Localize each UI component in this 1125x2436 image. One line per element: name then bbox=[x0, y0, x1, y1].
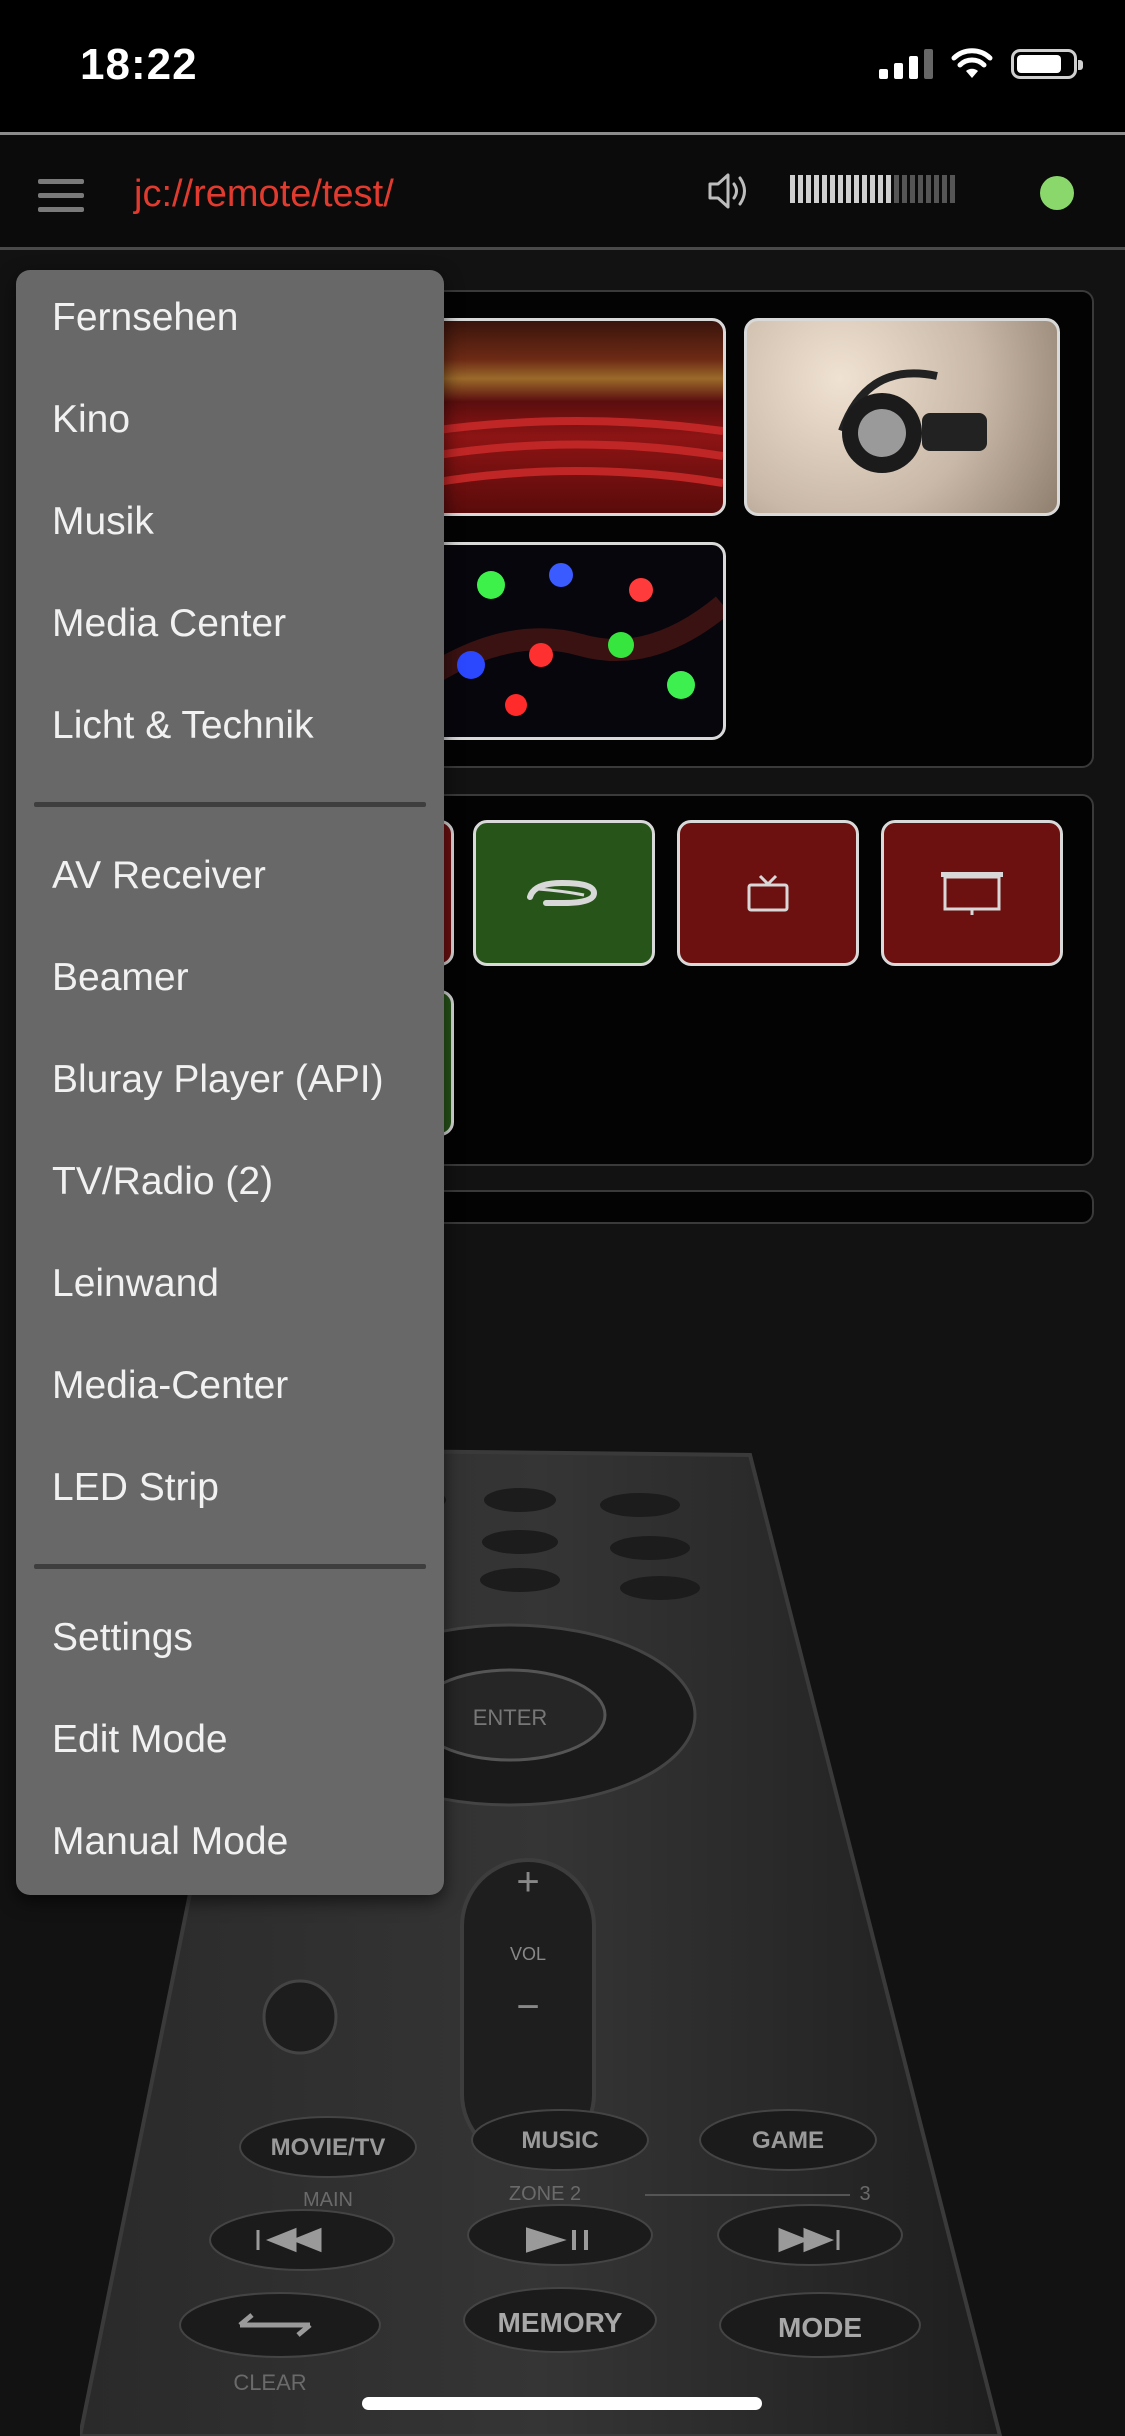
menu-divider bbox=[34, 1564, 426, 1569]
battery-icon bbox=[1011, 49, 1083, 79]
volume-segment bbox=[806, 175, 811, 203]
menu-hamburger-icon[interactable] bbox=[38, 179, 84, 221]
headphones-image bbox=[838, 369, 987, 473]
menu-item-leinwand[interactable]: Leinwand bbox=[52, 1262, 219, 1306]
volume-segment bbox=[894, 175, 899, 203]
app-title: jc://remote/test/ bbox=[134, 173, 394, 215]
menu-item-settings[interactable]: Settings bbox=[52, 1616, 193, 1660]
home-indicator[interactable] bbox=[362, 2397, 762, 2410]
volume-segment bbox=[846, 175, 851, 203]
scene-tile-kino[interactable] bbox=[428, 318, 726, 516]
tv-icon bbox=[747, 874, 789, 912]
volume-segment bbox=[854, 175, 859, 203]
menu-item-kino[interactable]: Kino bbox=[52, 398, 130, 442]
menu-item-edit-mode[interactable]: Edit Mode bbox=[52, 1718, 228, 1762]
remote-zone2-label: ZONE 2 bbox=[509, 2183, 581, 2205]
projector-screen-icon bbox=[941, 872, 1003, 915]
wifi-icon bbox=[951, 48, 993, 78]
volume-segment bbox=[942, 175, 947, 203]
app-header: jc://remote/test/ bbox=[0, 132, 1125, 250]
menu-item-av-receiver[interactable]: AV Receiver bbox=[52, 854, 266, 898]
menu-item-manual-mode[interactable]: Manual Mode bbox=[52, 1820, 288, 1864]
remote-mode-label: MODE bbox=[778, 2312, 862, 2343]
volume-segment bbox=[902, 175, 907, 203]
remote-clear-label: CLEAR bbox=[233, 2370, 306, 2395]
led-strip-image bbox=[431, 563, 723, 716]
volume-segment bbox=[918, 175, 923, 203]
device-button-bluray[interactable] bbox=[473, 820, 655, 966]
volume-segment bbox=[830, 175, 835, 203]
status-bar: 18:22 bbox=[0, 0, 1125, 132]
volume-segment bbox=[878, 175, 883, 203]
volume-segment bbox=[790, 175, 795, 203]
status-icons bbox=[879, 48, 1083, 80]
scene-tile-licht[interactable] bbox=[428, 542, 726, 740]
volume-segment bbox=[870, 175, 875, 203]
volume-segment bbox=[814, 175, 819, 203]
volume-segment bbox=[910, 175, 915, 203]
volume-segment bbox=[798, 175, 803, 203]
remote-game-label: GAME bbox=[752, 2127, 824, 2154]
remote-main-label: MAIN bbox=[303, 2189, 353, 2211]
menu-item-tv-radio[interactable]: TV/Radio (2) bbox=[52, 1160, 273, 1204]
speaker-volume-icon[interactable] bbox=[706, 167, 752, 215]
menu-item-media-center[interactable]: Media Center bbox=[52, 602, 286, 646]
remote-music-label: MUSIC bbox=[521, 2127, 598, 2154]
remote-vol-label: VOL bbox=[510, 1944, 546, 1964]
menu-divider bbox=[34, 802, 426, 807]
volume-segment bbox=[822, 175, 827, 203]
cellular-signal-icon bbox=[879, 49, 933, 79]
menu-item-media-center-device[interactable]: Media-Center bbox=[52, 1364, 288, 1408]
menu-item-bluray-player[interactable]: Bluray Player (API) bbox=[52, 1058, 384, 1102]
status-time: 18:22 bbox=[80, 40, 198, 89]
device-button-leinwand[interactable] bbox=[881, 820, 1063, 966]
main-menu-dropdown: Fernsehen Kino Musik Media Center Licht … bbox=[16, 270, 444, 1895]
volume-level-bar[interactable] bbox=[790, 175, 955, 203]
remote-zone3-label: 3 bbox=[859, 2183, 870, 2205]
remote-enter-label: ENTER bbox=[473, 1705, 548, 1730]
menu-item-licht-technik[interactable]: Licht & Technik bbox=[52, 704, 314, 748]
volume-segment bbox=[838, 175, 843, 203]
remote-vol-plus-label: + bbox=[516, 1860, 539, 1904]
scene-tile-musik[interactable] bbox=[744, 318, 1060, 516]
remote-movie-tv-label: MOVIE/TV bbox=[271, 2134, 386, 2161]
volume-segment bbox=[950, 175, 955, 203]
menu-item-beamer[interactable]: Beamer bbox=[52, 956, 189, 1000]
volume-segment bbox=[926, 175, 931, 203]
menu-item-fernsehen[interactable]: Fernsehen bbox=[52, 296, 238, 340]
device-button-tv[interactable] bbox=[677, 820, 859, 966]
cinema-seats-image bbox=[431, 417, 723, 487]
remote-vol-minus-label: − bbox=[516, 1985, 539, 2029]
volume-segment bbox=[862, 175, 867, 203]
volume-segment bbox=[934, 175, 939, 203]
connection-status-indicator bbox=[1040, 176, 1074, 210]
bluray-icon bbox=[527, 879, 598, 906]
menu-item-led-strip[interactable]: LED Strip bbox=[52, 1466, 219, 1510]
volume-segment bbox=[886, 175, 891, 203]
menu-item-musik[interactable]: Musik bbox=[52, 500, 154, 544]
remote-memory-label: MEMORY bbox=[498, 2307, 623, 2338]
